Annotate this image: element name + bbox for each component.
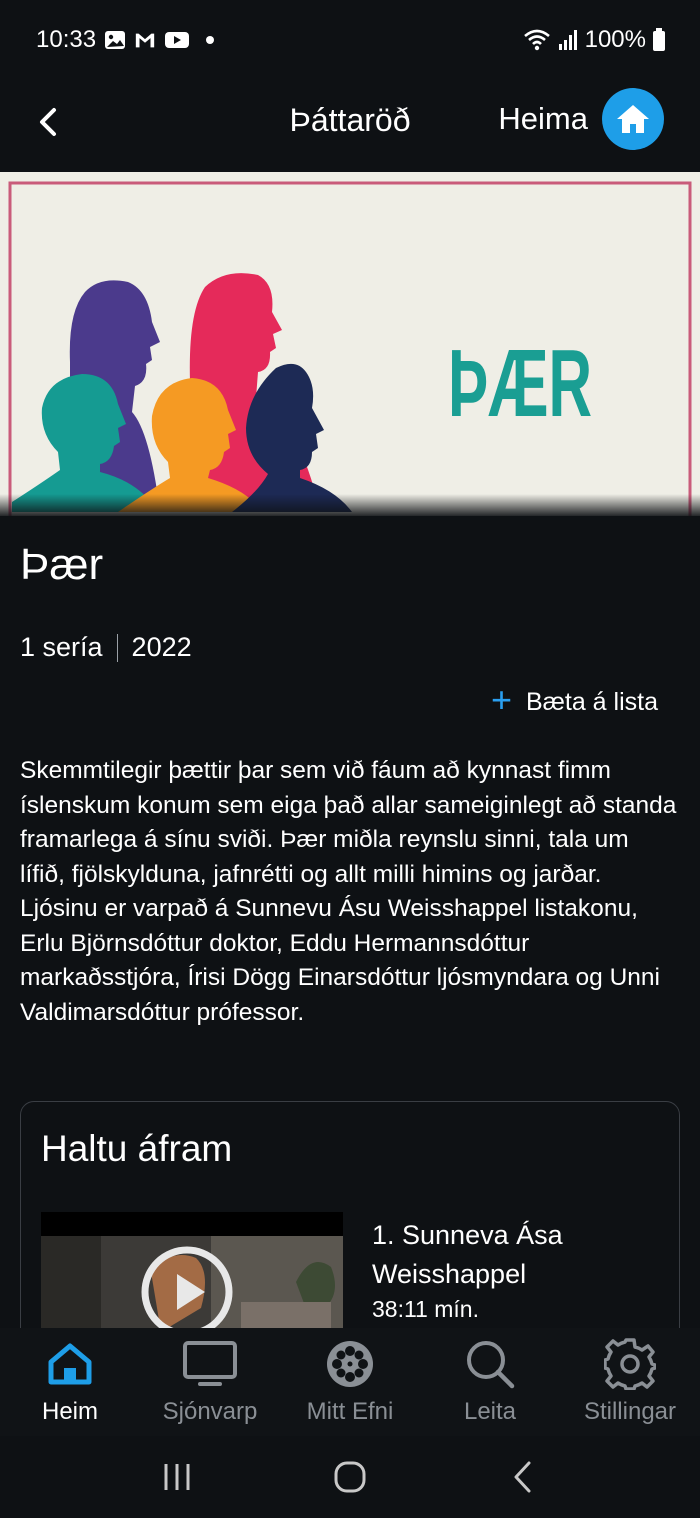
nav-label-settings: Stillingar (583, 1398, 677, 1425)
meta-divider (116, 633, 118, 662)
signal-icon (558, 30, 577, 50)
search-icon (467, 1341, 515, 1389)
nav-item-settings[interactable]: Stillingar (560, 1328, 700, 1436)
status-right: 100% (523, 26, 666, 54)
status-left: 10:33 (36, 26, 215, 54)
nav-label-search: Leita (463, 1398, 517, 1425)
hero-fade (0, 494, 700, 516)
plus-icon: + (490, 679, 512, 720)
recent-apps-button[interactable] (152, 1457, 202, 1497)
show-meta: 1 sería 2022 (20, 632, 192, 663)
episode-title[interactable]: 1. Sunneva Ása Weisshappel (372, 1216, 652, 1294)
home-icon (48, 1343, 92, 1385)
episode-duration: 38:11 mín. (372, 1296, 479, 1322)
hero-banner: ÞÆR (0, 172, 700, 516)
battery-percent: 100% (584, 26, 646, 53)
gallery-icon (105, 31, 126, 49)
nav-item-search[interactable]: Leita (420, 1328, 560, 1436)
status-time: 10:33 (36, 26, 97, 53)
nav-item-home[interactable]: Heim (0, 1328, 140, 1436)
home-icon (617, 105, 649, 133)
show-description: Skemmtilegir þættir þar sem við fáum að … (20, 757, 677, 1026)
nav-item-tv[interactable]: Sjónvarp (140, 1328, 280, 1436)
recent-apps-icon (164, 1464, 190, 1490)
add-to-list-button[interactable]: + Bæta á lista (491, 682, 658, 718)
seasons-count: 1 sería (20, 632, 103, 662)
nav-label-my-content: Mitt Efni (306, 1398, 394, 1425)
hero-logo-text: ÞÆR (448, 330, 592, 437)
show-title: Þær (20, 540, 104, 589)
nav-label-home: Heim (41, 1398, 98, 1425)
home-button[interactable]: Heima (498, 88, 664, 150)
bottom-navigation: Heim Sjónvarp Mitt Efni Leita Stillingar (0, 1328, 700, 1436)
home-circle (602, 88, 664, 150)
wifi-icon (523, 29, 550, 51)
circle-home-icon (334, 1461, 366, 1493)
gmail-icon (135, 33, 155, 48)
continue-watching-heading: Haltu áfram (41, 1128, 233, 1169)
nav-item-my-content[interactable]: Mitt Efni (280, 1328, 420, 1436)
youtube-icon (165, 32, 190, 48)
home-label: Heima (498, 101, 588, 136)
film-reel-icon (327, 1341, 373, 1387)
top-app-bar: Þáttaröð Heima (0, 80, 700, 172)
notification-dot (206, 36, 215, 44)
back-arrow-icon (514, 1461, 531, 1493)
hero-artwork: ÞÆR (8, 181, 692, 516)
battery-icon (653, 28, 665, 51)
system-navigation-bar (0, 1436, 700, 1518)
system-home-button[interactable] (325, 1457, 375, 1497)
gear-icon (604, 1338, 656, 1390)
add-to-list-label: Bæta á lista (525, 687, 658, 716)
status-bar: 10:33 100% (0, 0, 700, 80)
system-back-button[interactable] (498, 1457, 548, 1497)
tv-icon (183, 1341, 237, 1386)
nav-label-tv: Sjónvarp (162, 1398, 258, 1425)
release-year: 2022 (131, 632, 192, 662)
